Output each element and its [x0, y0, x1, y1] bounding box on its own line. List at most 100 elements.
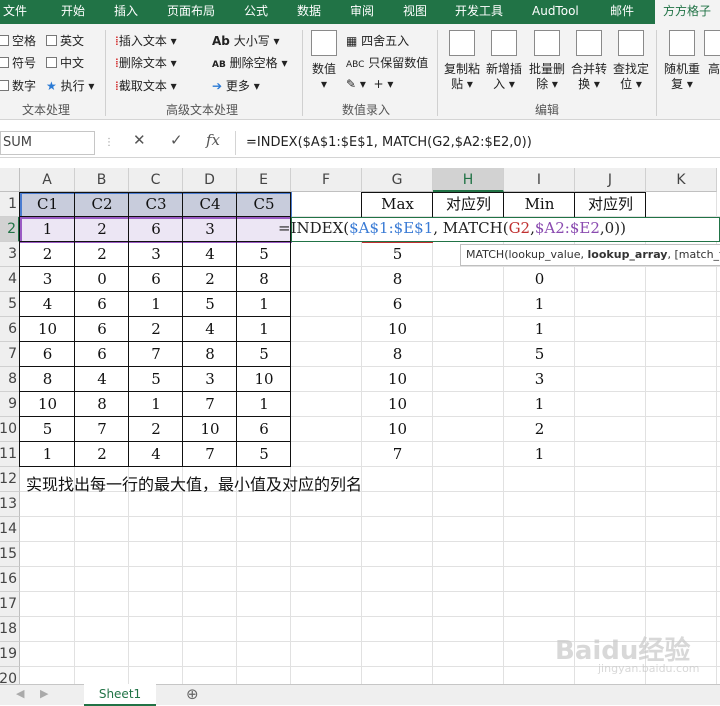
max-value-cell[interactable]: 10	[362, 392, 433, 417]
min-value-cell[interactable]: 1	[504, 317, 575, 342]
column-header-j[interactable]: J	[575, 168, 646, 192]
row-header[interactable]: 11	[0, 442, 20, 467]
max-value-cell[interactable]: 10	[362, 367, 433, 392]
column-header-c[interactable]: C	[129, 168, 183, 192]
batch-delete-button[interactable]: 批量删 除 ▾	[526, 30, 568, 92]
random-repeat-button[interactable]: 随机重 复 ▾	[662, 30, 702, 92]
row-header[interactable]: 4	[0, 267, 20, 292]
cell[interactable]: 10	[237, 367, 291, 392]
cell[interactable]: 5	[237, 342, 291, 367]
max-value-cell[interactable]: 8	[362, 267, 433, 292]
cell[interactable]: 1	[129, 292, 183, 317]
sheet-tab[interactable]: Sheet1	[84, 684, 156, 706]
row-header[interactable]: 9	[0, 392, 20, 417]
cell[interactable]: 1	[237, 317, 291, 342]
min-value-cell[interactable]: 1	[504, 292, 575, 317]
row-header[interactable]: 18	[0, 617, 20, 642]
cell[interactable]: 7	[183, 392, 237, 417]
cell[interactable]: 1	[20, 217, 75, 242]
column-header-f[interactable]: F	[291, 168, 362, 192]
row-header[interactable]: 8	[0, 367, 20, 392]
row-header[interactable]: 5	[0, 292, 20, 317]
max-value-cell[interactable]: 5	[362, 242, 433, 267]
cell[interactable]: 2	[75, 442, 129, 467]
cell[interactable]: 4	[183, 317, 237, 342]
delete-text-button[interactable]: ⁞删除文本 ▾	[115, 54, 177, 71]
cell[interactable]: 6	[75, 342, 129, 367]
enter-icon[interactable]: ✓	[170, 131, 183, 149]
column-header-k[interactable]: K	[646, 168, 717, 192]
check-english[interactable]: 英文	[46, 32, 84, 49]
cell[interactable]: 10	[20, 317, 75, 342]
header-cell[interactable]: C3	[129, 192, 183, 217]
column-header-e[interactable]: E	[237, 168, 291, 192]
cancel-icon[interactable]: ✕	[133, 131, 146, 149]
cell[interactable]: 0	[75, 267, 129, 292]
min-value-cell[interactable]: 1	[504, 392, 575, 417]
min-value-cell[interactable]: 3	[504, 367, 575, 392]
column-header-d[interactable]: D	[183, 168, 237, 192]
keep-number-button[interactable]: ABC 只保留数值	[346, 54, 428, 71]
more-button[interactable]: ➔ 更多 ▾	[212, 77, 260, 94]
cell[interactable]: 7	[129, 342, 183, 367]
row-header[interactable]: 3	[0, 242, 20, 267]
cell[interactable]: 3	[20, 267, 75, 292]
cell[interactable]: 8	[20, 367, 75, 392]
row-header[interactable]: 7	[0, 342, 20, 367]
cell[interactable]: 1	[237, 392, 291, 417]
cell[interactable]: 5	[20, 417, 75, 442]
min-column-header[interactable]: 对应列	[575, 192, 646, 217]
cell[interactable]: 3	[129, 242, 183, 267]
cell[interactable]: 4	[183, 242, 237, 267]
tab-home[interactable]: 开始	[61, 0, 85, 24]
row-header[interactable]: 10	[0, 417, 20, 442]
tab-page-layout[interactable]: 页面布局	[167, 0, 215, 24]
merge-convert-button[interactable]: 合并转 换 ▾	[569, 30, 609, 92]
row-header[interactable]: 15	[0, 542, 20, 567]
cell[interactable]: 1	[20, 442, 75, 467]
tab-developer[interactable]: 开发工具	[455, 0, 503, 24]
check-symbol[interactable]: 符号	[0, 54, 36, 71]
max-value-cell[interactable]: 8	[362, 342, 433, 367]
row-header[interactable]: 20	[0, 667, 20, 684]
add-sheet-icon[interactable]: ⊕	[186, 685, 199, 703]
cell[interactable]: 6	[75, 292, 129, 317]
cell[interactable]: 10	[183, 417, 237, 442]
min-value-cell[interactable]: 0	[504, 267, 575, 292]
column-header-b[interactable]: B	[75, 168, 129, 192]
cell[interactable]: 2	[20, 242, 75, 267]
row-header[interactable]: 16	[0, 567, 20, 592]
cell[interactable]: 2	[183, 267, 237, 292]
max-header[interactable]: Max	[362, 192, 433, 217]
tab-insert[interactable]: 插入	[114, 0, 138, 24]
insert-text-button[interactable]: ⁞插入文本 ▾	[115, 32, 177, 49]
cell[interactable]: 8	[75, 392, 129, 417]
case-button[interactable]: Ab 大小写 ▾	[212, 32, 280, 49]
cell[interactable]: 5	[129, 367, 183, 392]
check-number[interactable]: 数字	[0, 77, 36, 94]
row-header[interactable]: 19	[0, 642, 20, 667]
cell[interactable]: 4	[20, 292, 75, 317]
check-chinese[interactable]: 中文	[46, 54, 84, 71]
cell[interactable]: 8	[183, 342, 237, 367]
header-cell[interactable]: C5	[237, 192, 291, 217]
row-header[interactable]: 12	[0, 467, 20, 492]
check-space[interactable]: 空格	[0, 32, 36, 49]
cell[interactable]: 4	[129, 442, 183, 467]
cell[interactable]: 5	[183, 292, 237, 317]
min-value-cell[interactable]: 5	[504, 342, 575, 367]
cell[interactable]: 5	[237, 442, 291, 467]
cell[interactable]: 7	[75, 417, 129, 442]
row-header[interactable]: 1	[0, 192, 20, 217]
cell[interactable]: 2	[129, 417, 183, 442]
max-column-header[interactable]: 对应列	[433, 192, 504, 217]
header-cell[interactable]: C4	[183, 192, 237, 217]
max-value-cell[interactable]: 7	[362, 442, 433, 467]
advanced-button[interactable]: 高	[704, 30, 720, 77]
max-value-cell[interactable]: 10	[362, 317, 433, 342]
tab-data[interactable]: 数据	[297, 0, 321, 24]
cell[interactable]: 2	[75, 242, 129, 267]
row-header[interactable]: 6	[0, 317, 20, 342]
formula-input[interactable]: =INDEX($A$1:$E$1, MATCH(G2,$A2:$E2,0))	[235, 131, 720, 155]
column-header-i[interactable]: I	[504, 168, 575, 192]
